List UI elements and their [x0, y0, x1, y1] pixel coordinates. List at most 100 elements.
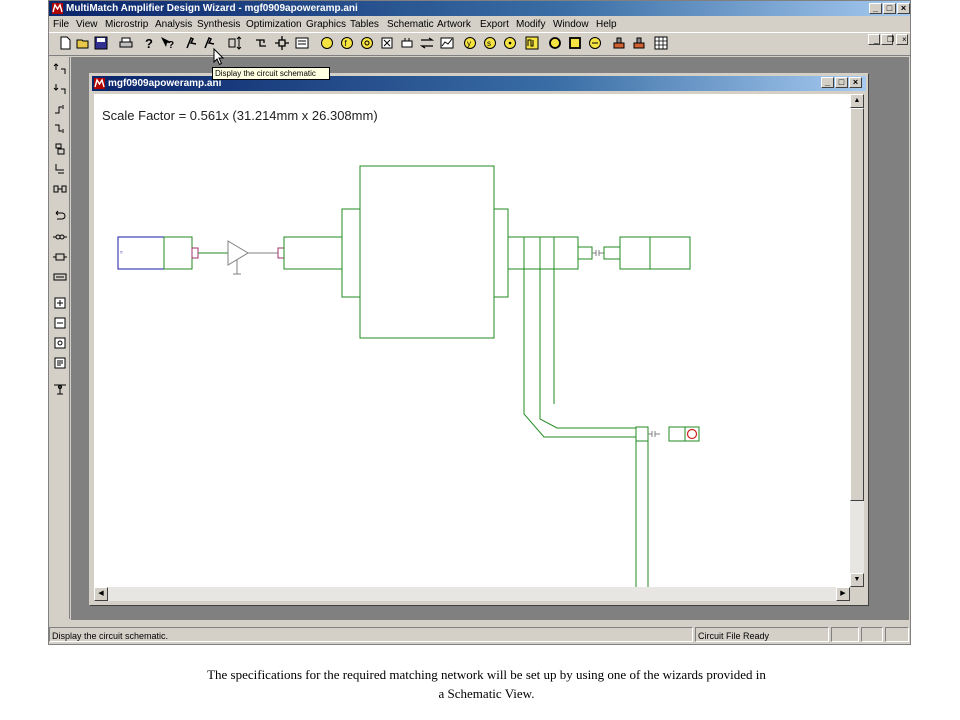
stamp-icon[interactable]	[611, 35, 627, 51]
context-help-icon[interactable]: ?	[159, 35, 175, 51]
output-line-1[interactable]	[507, 236, 525, 270]
menu-optimization[interactable]: Optimization	[246, 17, 302, 32]
output-line-4[interactable]	[553, 236, 579, 270]
tee-icon[interactable]	[52, 161, 68, 177]
vertical-scroll-thumb[interactable]	[850, 108, 864, 501]
menu-modify[interactable]: Modify	[516, 17, 545, 32]
menu-graphics[interactable]: Graphics	[306, 17, 346, 32]
svg-text:s: s	[487, 39, 491, 48]
grid-icon[interactable]	[653, 35, 669, 51]
resize-icon[interactable]	[227, 35, 243, 51]
box-plug-icon[interactable]	[399, 35, 415, 51]
output-line-3[interactable]	[539, 236, 555, 270]
doc-minimize-button[interactable]: _	[821, 77, 834, 88]
matching-section-right[interactable]	[493, 208, 509, 298]
series-icon[interactable]	[52, 229, 68, 245]
chart-icon[interactable]	[439, 35, 455, 51]
input-line[interactable]	[163, 236, 193, 270]
down-arrow-icon[interactable]	[52, 81, 68, 97]
scroll-right-button[interactable]: ▶	[836, 587, 850, 601]
bias-stub[interactable]	[635, 426, 649, 442]
remove-icon[interactable]	[52, 315, 68, 331]
title-bar[interactable]: MultiMatch Amplifier Design Wizard - mgf…	[49, 1, 910, 16]
print-icon[interactable]	[118, 35, 134, 51]
output-port[interactable]	[619, 236, 651, 270]
circle-point-icon[interactable]	[502, 35, 518, 51]
up-step-icon[interactable]	[52, 101, 68, 117]
menu-file[interactable]: File	[53, 17, 69, 32]
shunt-icon[interactable]	[52, 249, 68, 265]
undo-icon[interactable]	[52, 207, 68, 223]
scroll-down-button[interactable]: ▼	[850, 573, 864, 587]
up-arrow-icon[interactable]	[52, 61, 68, 77]
output-stub[interactable]	[577, 246, 593, 260]
horizontal-scrollbar[interactable]: ◀ ▶	[94, 587, 850, 601]
antenna-icon[interactable]	[52, 381, 68, 397]
stamp-alt-icon[interactable]	[631, 35, 647, 51]
component-icon[interactable]	[274, 35, 290, 51]
menu-export[interactable]: Export	[480, 17, 509, 32]
bias-connector[interactable]	[668, 426, 686, 442]
circle-dot-icon[interactable]	[359, 35, 375, 51]
amp-connector[interactable]	[277, 247, 285, 259]
schematic-icon[interactable]	[254, 35, 270, 51]
open-icon[interactable]	[75, 35, 91, 51]
bias-marker[interactable]	[686, 428, 698, 440]
pulse-icon[interactable]	[524, 35, 540, 51]
circle-y-icon[interactable]: y	[462, 35, 478, 51]
matching-section-left[interactable]	[341, 208, 361, 298]
down-step-icon[interactable]	[52, 121, 68, 137]
box-x-icon[interactable]	[379, 35, 395, 51]
zoom-icon[interactable]	[52, 335, 68, 351]
resistor-icon[interactable]	[52, 269, 68, 285]
menu-view[interactable]: View	[76, 17, 98, 32]
amp-out-line[interactable]	[283, 236, 343, 270]
menu-artwork[interactable]: Artwork	[437, 17, 471, 32]
svg-text:?: ?	[145, 36, 153, 51]
close-button[interactable]: ×	[897, 3, 910, 14]
output-line-2[interactable]	[523, 236, 541, 270]
schematic-canvas[interactable]: Scale Factor = 0.561x (31.214mm x 26.308…	[94, 94, 850, 587]
add-icon[interactable]	[52, 295, 68, 311]
amplifier[interactable]	[227, 240, 249, 266]
doc-maximize-button[interactable]: □	[835, 77, 848, 88]
scroll-up-button[interactable]: ▲	[850, 94, 864, 108]
input-connector[interactable]	[191, 247, 199, 259]
matching-block[interactable]	[359, 165, 495, 339]
menu-analysis[interactable]: Analysis	[155, 17, 192, 32]
output-connector[interactable]	[603, 246, 621, 260]
save-icon[interactable]	[93, 35, 109, 51]
coupler-icon[interactable]	[52, 181, 68, 197]
scroll-left-button[interactable]: ◀	[94, 587, 108, 601]
circle-open-icon[interactable]	[547, 35, 563, 51]
menu-help[interactable]: Help	[596, 17, 617, 32]
card-icon[interactable]	[294, 35, 310, 51]
circle-minus-icon[interactable]	[587, 35, 603, 51]
minimize-button[interactable]: _	[869, 3, 882, 14]
document-title-bar[interactable]: mgf0909apoweramp.ani _ □ ×	[92, 76, 866, 91]
output-load[interactable]	[649, 236, 691, 270]
circle-s-icon[interactable]: s	[482, 35, 498, 51]
arrows-icon[interactable]	[419, 35, 435, 51]
circle-f-icon[interactable]: f	[339, 35, 355, 51]
size-grip[interactable]	[850, 587, 864, 601]
menu-window[interactable]: Window	[553, 17, 589, 32]
new-icon[interactable]	[57, 35, 73, 51]
export-icon[interactable]	[52, 355, 68, 371]
bias-line-a	[523, 269, 636, 438]
help-icon[interactable]: ?	[141, 35, 157, 51]
output-cap	[592, 250, 604, 256]
square-icon[interactable]	[567, 35, 583, 51]
menu-microstrip[interactable]: Microstrip	[105, 17, 148, 32]
menu-bar: File View Microstrip Analysis Synthesis …	[49, 17, 910, 45]
maximize-button[interactable]: □	[883, 3, 896, 14]
doc-close-button[interactable]: ×	[849, 77, 862, 88]
menu-schematic[interactable]: Schematic	[387, 17, 434, 32]
stub-icon[interactable]	[52, 141, 68, 157]
input-port[interactable]	[117, 236, 165, 270]
circle-icon[interactable]	[319, 35, 335, 51]
menu-synthesis[interactable]: Synthesis	[197, 17, 240, 32]
pen-icon[interactable]	[184, 35, 200, 51]
menu-tables[interactable]: Tables	[350, 17, 379, 32]
vertical-scrollbar[interactable]: ▲ ▼	[850, 94, 864, 587]
